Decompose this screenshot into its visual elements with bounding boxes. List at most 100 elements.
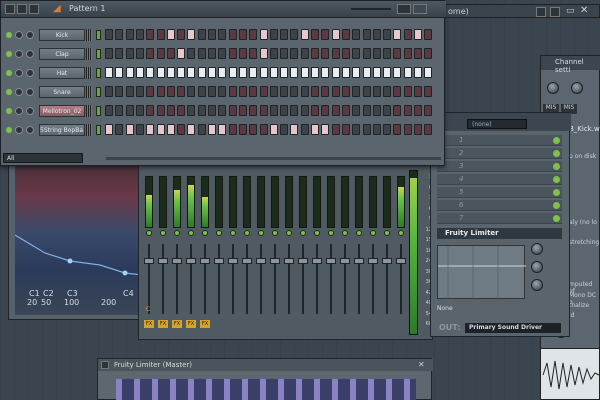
fx-indicator[interactable]: FX [158,320,168,328]
step-button[interactable] [249,67,258,78]
volume-fader[interactable] [200,258,210,264]
step-button[interactable] [125,124,134,135]
step-button[interactable] [228,86,237,97]
step-button[interactable] [115,124,124,135]
step-button[interactable] [414,29,422,40]
step-button[interactable] [393,86,402,97]
step-button[interactable] [125,48,134,59]
channel-icon[interactable] [550,7,560,17]
step-button[interactable] [228,48,237,59]
mixer-track[interactable]: FX [199,172,211,332]
step-button[interactable] [403,124,412,135]
mixer-track[interactable] [311,172,323,332]
step-button[interactable] [352,86,361,97]
step-button[interactable] [187,124,196,135]
step-button[interactable] [187,67,196,78]
pan-knob[interactable] [15,88,23,96]
step-button[interactable] [249,124,258,135]
effect-slot[interactable]: 4 [437,174,562,185]
pan-knob[interactable] [15,31,23,39]
step-button[interactable] [146,105,155,116]
step-button[interactable] [187,86,196,97]
track-mute-led[interactable] [230,230,236,236]
step-button[interactable] [383,67,392,78]
effect-slot[interactable]: 1 [437,135,562,146]
step-button[interactable] [259,124,268,135]
channel-grip[interactable] [86,86,92,98]
mixer-track[interactable] [381,172,393,332]
step-button[interactable] [238,48,247,59]
volume-fader[interactable] [214,258,224,264]
step-button[interactable] [156,48,165,59]
fx-indicator[interactable]: FX [200,320,210,328]
step-button[interactable] [238,105,247,116]
step-button[interactable] [228,124,237,135]
pan-knob[interactable] [15,50,23,58]
volume-fader[interactable] [340,258,350,264]
step-button[interactable] [362,48,371,59]
step-button[interactable] [208,124,216,135]
channel-grip[interactable] [86,29,92,41]
step-button[interactable] [311,124,319,135]
step-button[interactable] [414,48,422,59]
piano-roll-icon[interactable] [536,7,546,17]
step-button[interactable] [311,48,319,59]
step-button[interactable] [414,105,422,116]
mixer-track[interactable] [395,172,407,332]
volume-knob[interactable] [26,69,34,77]
step-button[interactable] [290,105,299,116]
menu-icon[interactable] [5,4,15,14]
step-button[interactable] [228,105,237,116]
step-button[interactable] [280,105,289,116]
step-button[interactable] [105,86,113,97]
track-mute-led[interactable] [398,230,404,236]
step-button[interactable] [187,48,196,59]
channel-name-button[interactable]: Kick [39,29,85,41]
step-button[interactable] [290,67,299,78]
step-button[interactable] [280,48,289,59]
step-button[interactable] [362,124,371,135]
step-button[interactable] [208,29,216,40]
step-button[interactable] [424,29,433,40]
settings-icon[interactable] [29,4,39,14]
step-button[interactable] [383,48,392,59]
channel-select-led[interactable] [96,87,101,97]
step-button[interactable] [321,48,330,59]
step-button[interactable] [156,29,165,40]
channel-name-button[interactable]: Snare [39,86,85,98]
step-button[interactable] [259,29,268,40]
step-button[interactable] [125,105,134,116]
step-button[interactable] [311,86,319,97]
volume-fader[interactable] [368,258,378,264]
step-button[interactable] [424,86,433,97]
volume-fader[interactable] [298,258,308,264]
step-button[interactable] [269,29,278,40]
step-button[interactable] [269,67,278,78]
high-knob[interactable] [531,279,543,291]
step-button[interactable] [403,105,412,116]
step-button[interactable] [146,67,155,78]
step-button[interactable] [135,48,144,59]
step-button[interactable] [280,29,289,40]
step-button[interactable] [331,48,340,59]
volume-knob[interactable] [26,107,34,115]
mixer-track[interactable] [339,172,351,332]
step-button[interactable] [300,67,309,78]
track-mute-led[interactable] [356,230,362,236]
channel-mute-led[interactable] [6,108,12,114]
step-button[interactable] [218,105,227,116]
step-button[interactable] [269,48,278,59]
close-icon[interactable]: ✕ [418,360,425,369]
step-button[interactable] [424,67,433,78]
effect-slot[interactable]: 5 [437,187,562,198]
step-button[interactable] [393,67,402,78]
step-button[interactable] [372,67,381,78]
step-button[interactable] [362,67,371,78]
track-mute-led[interactable] [146,230,152,236]
slot-enable-led[interactable] [553,189,560,196]
step-button[interactable] [341,86,350,97]
step-button[interactable] [300,86,309,97]
step-button[interactable] [341,29,350,40]
slot-enable-led[interactable] [553,163,560,170]
mixer-track[interactable]: FX [171,172,183,332]
